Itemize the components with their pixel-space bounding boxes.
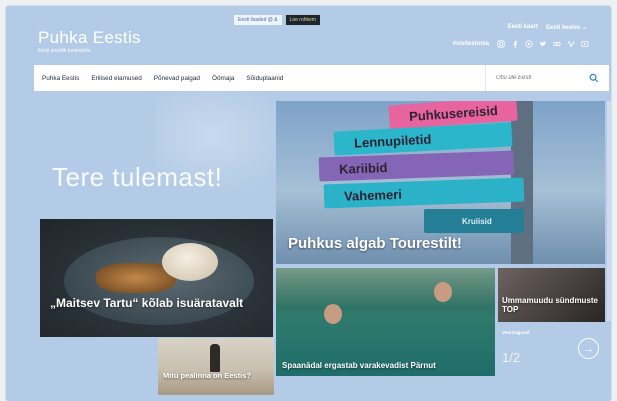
notice-text: Eesti lisaded @ &	[234, 15, 282, 25]
nav-item-soiduplaanid[interactable]: Sõiduplaanid	[246, 75, 283, 82]
notice-bar: Eesti lisaded @ & Loe rohkem	[234, 14, 320, 26]
walker-image	[210, 344, 220, 372]
nav-item-puhka-eestis[interactable]: Puhka Eestis	[42, 75, 79, 82]
twitter-icon[interactable]	[539, 40, 547, 48]
tile-caption: Ummamuudu sündmuste TOP	[502, 296, 599, 314]
swimmer-image	[434, 282, 452, 302]
tile-caption: Mitu pealinna on Eestis?	[163, 371, 251, 380]
sign-kariibid: Kariibid	[318, 150, 515, 182]
sign-kruiisid: Kruiisid	[424, 209, 524, 233]
sign-vahemeri: Vahemeri	[323, 177, 525, 209]
site-tagline: Eesti ametlik turismiinfo	[38, 48, 91, 54]
flickr-icon[interactable]	[553, 40, 561, 48]
nav-item-erilised-elamused[interactable]: Erilised elamused	[91, 75, 141, 82]
pool-light	[276, 268, 495, 308]
sign-label: Vahemeri	[343, 186, 403, 204]
top-links: Eesti kaart Eesti keeles ⌄	[508, 24, 587, 31]
tile-parnu-spa[interactable]: Spaanädal ergastab varakevadist Pärnut	[276, 268, 495, 376]
map-link[interactable]: Eesti kaart	[508, 24, 538, 31]
welcome-heading: Tere tulemast!	[52, 162, 223, 192]
sign-label: Puhkusereisid	[408, 102, 499, 125]
search-input[interactable]	[496, 75, 584, 81]
next-arrow-icon[interactable]: →	[578, 338, 599, 359]
tile-caption: „Maitsev Tartu“ kõlab isuäratavalt	[50, 296, 244, 310]
main-navigation: Puhka Eestis Erilised elamused Põnevad p…	[34, 65, 609, 91]
carousel-pager: Veel kogusid 1/2 →	[500, 328, 605, 376]
tile-pealinnad[interactable]: Mitu pealinna on Eestis?	[158, 338, 274, 395]
language-select[interactable]: Eesti keeles ⌄	[546, 24, 587, 31]
sign-label: Lennupiletid	[353, 131, 432, 151]
pager-label: Veel kogusid	[502, 330, 530, 335]
nav-item-ponevad-paigad[interactable]: Põnevad paigad	[154, 75, 200, 82]
instagram-icon[interactable]	[497, 40, 505, 48]
hashtag[interactable]: #visitestonia	[453, 41, 489, 47]
chevron-down-icon: ⌄	[581, 25, 587, 31]
youtube-icon[interactable]	[581, 40, 589, 48]
search-icon[interactable]	[589, 73, 599, 83]
tile-caption: Puhkus algab Tourestilt!	[288, 235, 462, 252]
sign-label: Kruiisid	[462, 217, 492, 226]
vimeo-icon[interactable]	[567, 40, 575, 48]
browser-frame: Puhka Eestis Eesti ametlik turismiinfo E…	[6, 6, 611, 401]
language-label: Eesti keeles	[545, 25, 581, 31]
swimmer-image	[324, 304, 342, 324]
notice-button[interactable]: Loe rohkem	[285, 15, 320, 25]
search-box	[485, 65, 609, 91]
pinterest-icon[interactable]	[525, 40, 533, 48]
nav-item-oomaja[interactable]: Öömaja	[212, 75, 234, 82]
next-slide-preview[interactable]	[607, 101, 611, 321]
pager-position: 1/2	[502, 350, 521, 365]
social-links: #visitestonia	[453, 40, 589, 48]
tile-tourest[interactable]: Puhkusereisid Lennupiletid Kariibid Vahe…	[276, 101, 605, 264]
tile-caption: Spaanädal ergastab varakevadist Pärnut	[282, 361, 436, 370]
tile-maitsev-tartu[interactable]: „Maitsev Tartu“ kõlab isuäratavalt	[40, 219, 273, 337]
site-logo[interactable]: Puhka Eestis	[38, 28, 141, 48]
tile-sundmuste-top[interactable]: Ummamuudu sündmuste TOP	[498, 268, 605, 322]
facebook-icon[interactable]	[511, 40, 519, 48]
sign-label: Kariibid	[338, 160, 388, 177]
ice-cream-image	[162, 243, 218, 281]
